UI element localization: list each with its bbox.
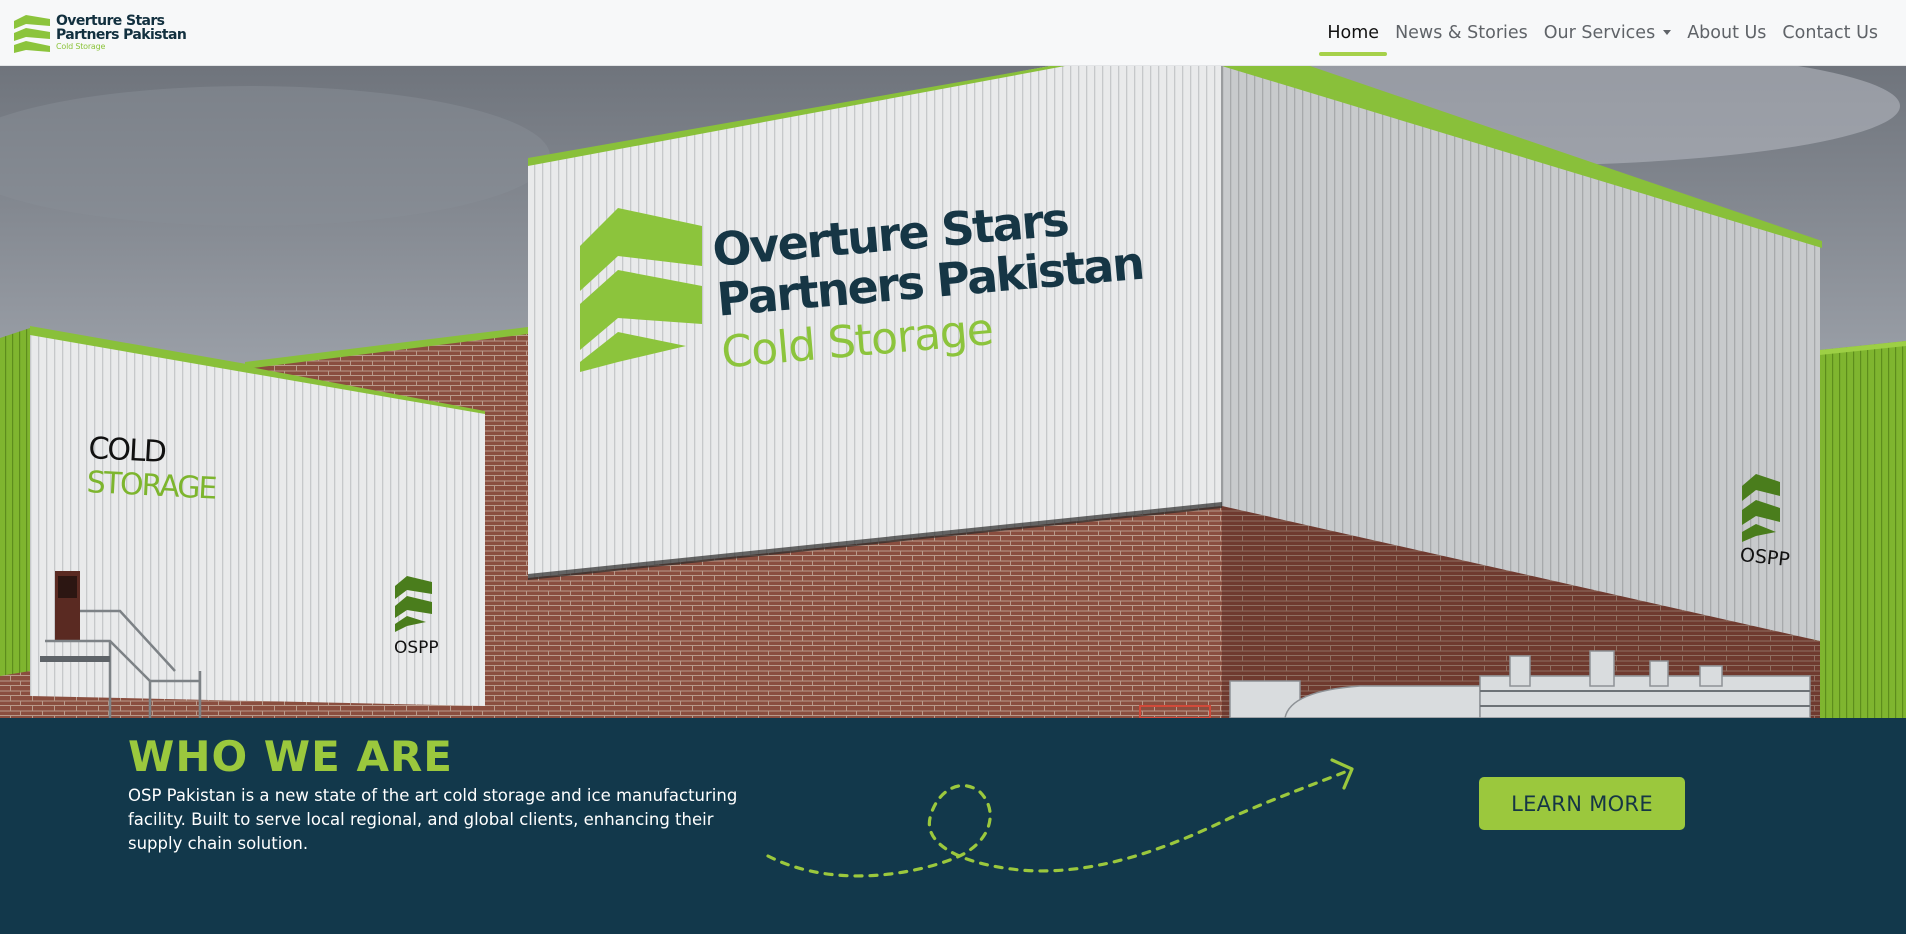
- who-we-are-section: WHO WE ARE OSP Pakistan is a new state o…: [0, 718, 1906, 934]
- nav-our-services[interactable]: Our Services: [1536, 0, 1679, 66]
- brand-text: Overture Stars Partners Pakistan Cold St…: [56, 13, 187, 51]
- nav-about-us[interactable]: About Us: [1679, 0, 1774, 66]
- ospp-badge-left-text: OSPP: [394, 638, 439, 658]
- who-we-are-text: OSP Pakistan is a new state of the art c…: [128, 786, 738, 853]
- osp-logo-icon: [14, 14, 50, 53]
- chevron-down-icon: [1663, 30, 1672, 35]
- cold-storage-building-illustration: Overture Stars Partners Pakistan Cold St…: [0, 66, 1906, 718]
- left-sign-line-1: COLD: [88, 431, 167, 470]
- brand-line-3: Cold Storage: [56, 42, 106, 51]
- brand-line-1: Overture Stars: [56, 13, 165, 29]
- brand-logo-link[interactable]: Overture Stars Partners Pakistan Cold St…: [12, 13, 187, 53]
- hero-image: Overture Stars Partners Pakistan Cold St…: [0, 66, 1906, 718]
- nav-news-stories[interactable]: News & Stories: [1387, 0, 1536, 66]
- nav-our-services-label: Our Services: [1543, 22, 1656, 43]
- who-we-are-title: WHO WE ARE: [128, 732, 453, 781]
- nav-home[interactable]: Home: [1319, 0, 1387, 66]
- nav-contact-us[interactable]: Contact Us: [1774, 0, 1886, 66]
- dashed-arrow-icon: [766, 758, 1354, 878]
- navbar: Overture Stars Partners Pakistan Cold St…: [0, 0, 1906, 66]
- learn-more-button[interactable]: LEARN MORE: [1479, 777, 1685, 830]
- brand-line-2: Partners Pakistan: [56, 27, 187, 43]
- left-sign-line-2: STORAGE: [86, 465, 218, 507]
- main-nav: Home News & Stories Our Services About U…: [1319, 0, 1886, 66]
